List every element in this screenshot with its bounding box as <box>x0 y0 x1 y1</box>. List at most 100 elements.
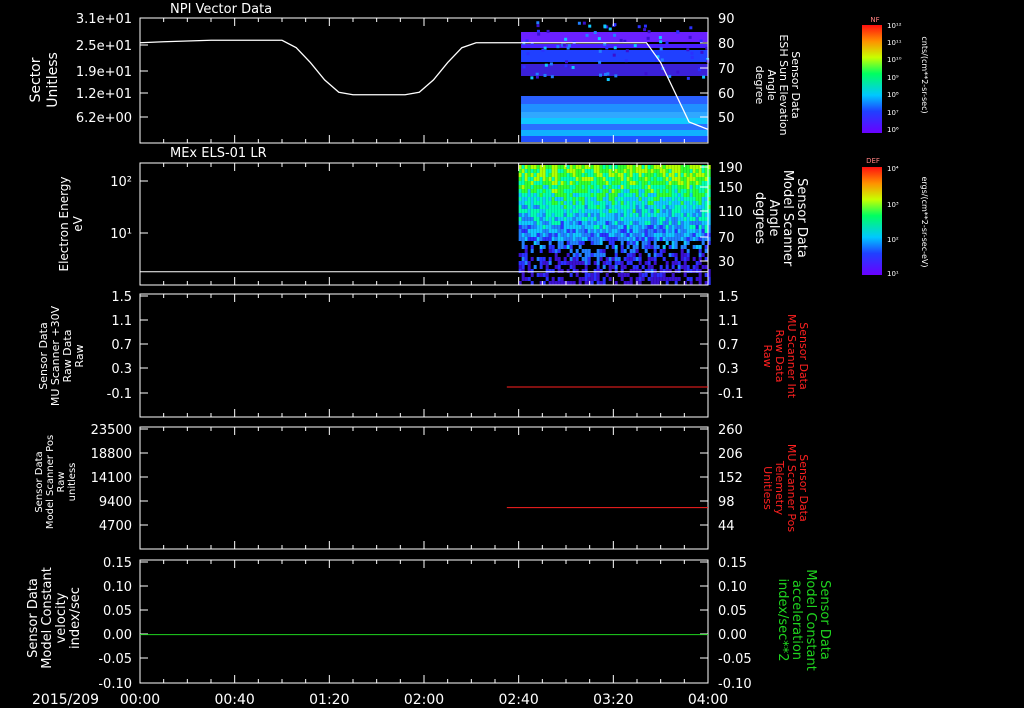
els-spectrogram-cell <box>587 193 591 197</box>
els-spectrogram-cell <box>578 169 582 173</box>
els-spectrogram-cell <box>635 241 639 245</box>
els-colorbar-tick-0: 10⁴ <box>887 165 899 173</box>
npi-spectrogram-cell <box>604 72 608 76</box>
els-spectrogram-cell <box>698 269 702 273</box>
els-spectrogram-cell <box>584 261 588 265</box>
els-spectrogram-cell <box>650 225 654 229</box>
els-spectrogram-cell <box>623 281 627 285</box>
els-spectrogram-cell <box>692 229 696 233</box>
els-spectrogram-cell <box>629 277 633 281</box>
npi-spectrogram-cell <box>564 64 568 68</box>
els-spectrogram-cell <box>590 177 594 181</box>
els-spectrogram-cell <box>605 217 609 221</box>
els-spectrogram-cell <box>545 205 549 209</box>
els-spectrogram-cell <box>641 241 645 245</box>
els-spectrogram-cell <box>575 173 579 177</box>
els-colorbar-label: DEF <box>866 157 880 165</box>
els-spectrogram-cell <box>524 261 528 265</box>
els-spectrogram-cell <box>695 209 699 213</box>
els-spectrogram-cell <box>560 221 564 225</box>
npi-spectrogram-cell <box>541 48 545 52</box>
els-spectrogram-cell <box>518 221 522 225</box>
els-spectrogram-cell <box>596 197 600 201</box>
els-spectrogram-cell <box>578 205 582 209</box>
els-spectrogram-cell <box>617 177 621 181</box>
els-spectrogram-cell <box>677 185 681 189</box>
els-spectrogram-cell <box>686 189 690 193</box>
els-spectrogram-cell <box>569 213 573 217</box>
els-spectrogram-cell <box>704 249 708 253</box>
els-spectrogram-cell <box>656 189 660 193</box>
els-spectrogram-cell <box>680 249 684 253</box>
els-spectrogram-cell <box>518 185 522 189</box>
npi-spectrogram-cell <box>536 21 540 25</box>
els-spectrogram-cell <box>593 225 597 229</box>
els-spectrogram-cell <box>668 205 672 209</box>
els-spectrogram-cell <box>602 261 606 265</box>
els-spectrogram-cell <box>644 189 648 193</box>
model_const-right-tick-label: 0.00 <box>718 628 747 643</box>
els-spectrogram-cell <box>698 229 702 233</box>
els-spectrogram-cell <box>596 213 600 217</box>
els-spectrogram-cell <box>533 237 537 241</box>
els-spectrogram-cell <box>521 277 525 281</box>
els-spectrogram-cell <box>527 233 531 237</box>
mu_pos-left-tick-label: 14100 <box>91 471 132 486</box>
els-spectrogram-cell <box>683 273 687 277</box>
model-const-right-label-3: acceleration <box>789 580 804 660</box>
els-spectrogram-cell <box>545 229 549 233</box>
npi-spectrogram-cell <box>577 21 581 25</box>
els-spectrogram-cell <box>665 269 669 273</box>
npi-spectrogram-cell <box>637 25 641 29</box>
els-spectrogram-cell <box>659 249 663 253</box>
els-spectrogram-cell <box>632 249 636 253</box>
els-spectrogram-cell <box>560 173 564 177</box>
els-spectrogram-cell <box>662 185 666 189</box>
els-spectrogram-cell <box>548 241 552 245</box>
npi-spectrogram-cell <box>585 33 589 37</box>
els-spectrogram-cell <box>581 169 585 173</box>
npi-spectrogram-cell <box>676 70 680 74</box>
els-spectrogram-cell <box>527 189 531 193</box>
els-spectrogram-cell <box>692 233 696 237</box>
els-spectrogram-cell <box>686 277 690 281</box>
els-spectrogram-cell <box>560 237 564 241</box>
els-spectrogram-cell <box>599 173 603 177</box>
els-spectrogram-cell <box>530 181 534 185</box>
els-spectrogram-cell <box>650 189 654 193</box>
els-spectrogram-cell <box>671 193 675 197</box>
els-spectrogram-cell <box>590 173 594 177</box>
els-spectrogram-cell <box>626 193 630 197</box>
els-spectrogram-cell <box>614 237 618 241</box>
els-spectrogram-cell <box>560 233 564 237</box>
els-spectrogram-cell <box>653 173 657 177</box>
els-spectrogram-cell <box>542 213 546 217</box>
npi-spectrogram-cell <box>588 24 592 28</box>
els-spectrogram-cell <box>620 229 624 233</box>
els-spectrogram-cell <box>575 217 579 221</box>
npi-left-label-2: Unitless <box>45 52 61 108</box>
els-spectrogram-cell <box>638 169 642 173</box>
els-spectrogram-cell <box>587 277 591 281</box>
els-spectrogram-cell <box>581 193 585 197</box>
els-spectrogram-cell <box>542 177 546 181</box>
els-spectrogram-cell <box>683 253 687 257</box>
els-spectrogram-cell <box>539 229 543 233</box>
els-spectrogram-cell <box>581 201 585 205</box>
els-spectrogram-cell <box>656 225 660 229</box>
els-spectrogram-cell <box>518 229 522 233</box>
els-spectrogram-cell <box>599 229 603 233</box>
els-spectrogram-cell <box>674 217 678 221</box>
els-spectrogram-cell <box>662 201 666 205</box>
els-spectrogram-cell <box>635 265 639 269</box>
els-spectrogram-cell <box>638 237 642 241</box>
els-spectrogram-cell <box>548 249 552 253</box>
els-spectrogram-cell <box>638 201 642 205</box>
els-spectrogram-cell <box>677 165 681 169</box>
els-spectrogram-cell <box>533 213 537 217</box>
els-spectrogram-cell <box>620 221 624 225</box>
els-spectrogram-cell <box>647 209 651 213</box>
npi-spectrogram-cell <box>599 73 603 77</box>
npi-spectrogram-cell <box>564 60 568 64</box>
els-spectrogram-cell <box>626 181 630 185</box>
